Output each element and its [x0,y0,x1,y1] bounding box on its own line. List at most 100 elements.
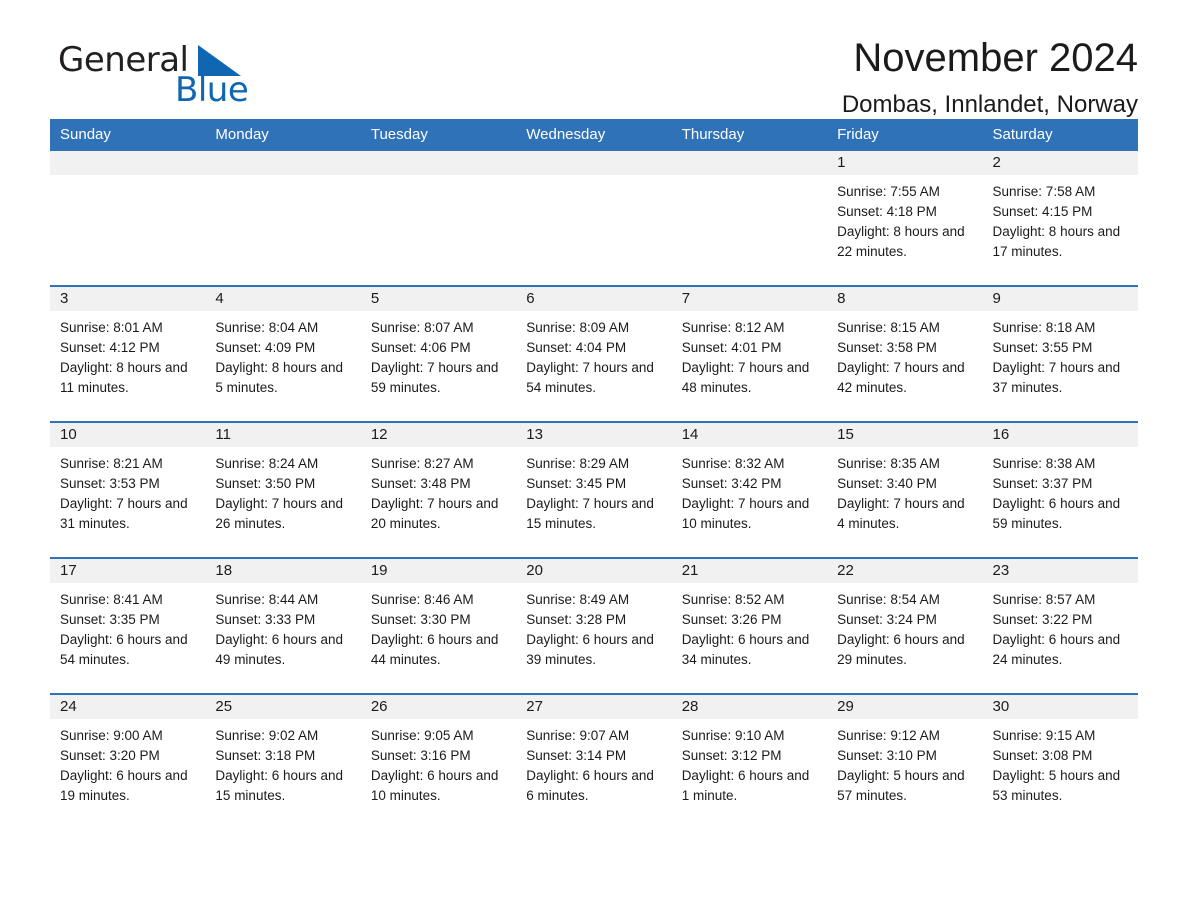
day-details: Sunrise: 9:07 AM Sunset: 3:14 PM Daylight:… [516,719,671,806]
general-blue-logo[interactable]: General Blue [50,40,300,110]
sunset-text: Sunset: 4:06 PM [370,340,471,355]
day-details: Sunrise: 8:29 AM Sunset: 3:45 PM Daylight:… [516,447,671,534]
calendar-day-cell[interactable]: 16 Sunrise: 8:38 AM Sunset: 3:37 PM Dayligh… [982,421,1138,558]
calendar-day-cell[interactable]: 14 Sunrise: 8:32 AM Sunset: 3:42 PM Dayligh… [671,421,828,558]
sunrise-text: Sunrise: 8:46 AM [370,592,474,607]
calendar-day-cell[interactable]: 29 Sunrise: 9:12 AM Sunset: 3:10 PM Dayligh… [827,693,983,829]
sunrise-text: Sunrise: 8:21 AM [60,456,163,471]
calendar-day-cell[interactable]: 22 Sunrise: 8:54 AM Sunset: 3:24 PM Dayligh… [827,557,983,694]
sunset-text: Sunset: 3:33 PM [215,612,316,627]
calendar-body: 1 Sunrise: 7:55 AM Sunset: 4:18 PM Daylight… [50,151,1138,829]
calendar-day-cell[interactable]: 28 Sunrise: 9:10 AM Sunset: 3:12 PM Dayligh… [671,693,828,829]
calendar-day-cell[interactable]: 18 Sunrise: 8:44 AM Sunset: 3:33 PM Dayligh… [205,557,361,694]
day-number: 21 [671,559,828,583]
daylight-text: Daylight: 6 hours and 34 minutes. [681,632,810,667]
calendar-day-cell[interactable]: 4 Sunrise: 8:04 AM Sunset: 4:09 PM Daylight… [205,285,361,422]
day-details: Sunrise: 9:02 AM Sunset: 3:18 PM Daylight:… [205,719,360,806]
day-number: 10 [50,423,206,447]
daylight-text: Daylight: 7 hours and 31 minutes. [60,496,188,531]
calendar-day-cell[interactable]: 15 Sunrise: 8:35 AM Sunset: 3:40 PM Dayligh… [827,421,983,558]
weekday-header-sunday: Sunday [50,119,206,151]
title-block: November 2024 Dombas, Innlandet, Norway [300,34,1138,120]
sunset-text: Sunset: 3:16 PM [370,748,471,763]
day-details: Sunrise: 9:10 AM Sunset: 3:12 PM Daylight:… [672,719,827,806]
day-number [50,151,206,175]
daylight-text: Daylight: 6 hours and 19 minutes. [60,768,188,803]
calendar-day-cell[interactable]: 5 Sunrise: 8:07 AM Sunset: 4:06 PM Daylight… [360,285,517,422]
sunrise-text: Sunrise: 8:12 AM [681,320,785,335]
day-details: Sunrise: 9:05 AM Sunset: 3:16 PM Daylight:… [361,719,516,806]
day-details: Sunrise: 8:52 AM Sunset: 3:26 PM Daylight:… [672,583,827,670]
day-number: 29 [827,695,983,719]
calendar-day-cell[interactable]: 10 Sunrise: 8:21 AM Sunset: 3:53 PM Dayligh… [50,421,206,558]
calendar-day-cell[interactable]: 6 Sunrise: 8:09 AM Sunset: 4:04 PM Daylight… [516,285,672,422]
day-details: Sunrise: 9:00 AM Sunset: 3:20 PM Daylight:… [50,719,205,806]
calendar-day-cell[interactable]: 24 Sunrise: 9:00 AM Sunset: 3:20 PM Dayligh… [50,693,206,829]
day-number: 20 [516,559,672,583]
daylight-text: Daylight: 7 hours and 10 minutes. [681,496,810,531]
sunrise-text: Sunrise: 8:44 AM [215,592,319,607]
weekday-header-thursday: Thursday [671,119,828,151]
sunrise-text: Sunrise: 8:07 AM [370,320,474,335]
day-number [671,151,828,175]
sunrise-text: Sunrise: 8:32 AM [681,456,785,471]
daylight-text: Daylight: 6 hours and 6 minutes. [526,768,654,803]
sunset-text: Sunset: 4:04 PM [526,340,627,355]
daylight-text: Daylight: 6 hours and 59 minutes. [992,496,1121,531]
calendar-day-cell[interactable]: 1 Sunrise: 7:55 AM Sunset: 4:18 PM Daylight… [827,151,983,286]
calendar-week-row: 17 Sunrise: 8:41 AM Sunset: 3:35 PM Dayligh… [50,557,1138,694]
day-number: 7 [671,287,828,311]
sunrise-text: Sunrise: 8:01 AM [60,320,163,335]
calendar-day-cell[interactable]: 25 Sunrise: 9:02 AM Sunset: 3:18 PM Dayligh… [205,693,361,829]
calendar-day-cell[interactable]: 30 Sunrise: 9:15 AM Sunset: 3:08 PM Dayligh… [982,693,1138,829]
day-details: Sunrise: 8:38 AM Sunset: 3:37 PM Daylight:… [983,447,1138,534]
daylight-text: Daylight: 8 hours and 11 minutes. [60,360,188,395]
daylight-text: Daylight: 8 hours and 17 minutes. [992,224,1121,259]
daylight-text: Daylight: 7 hours and 48 minutes. [681,360,810,395]
day-details: Sunrise: 8:27 AM Sunset: 3:48 PM Daylight:… [361,447,516,534]
sunrise-text: Sunrise: 8:15 AM [837,320,940,335]
logo-word-blue: Blue [175,70,249,110]
sunset-text: Sunset: 3:18 PM [215,748,316,763]
calendar-day-cell[interactable]: 23 Sunrise: 8:57 AM Sunset: 3:22 PM Dayligh… [982,557,1138,694]
calendar-week-row: 24 Sunrise: 9:00 AM Sunset: 3:20 PM Dayligh… [50,693,1138,829]
day-details: Sunrise: 8:57 AM Sunset: 3:22 PM Daylight:… [983,583,1138,670]
sunrise-text: Sunrise: 8:41 AM [60,592,163,607]
sunset-text: Sunset: 3:50 PM [215,476,316,491]
sunrise-text: Sunrise: 9:10 AM [681,728,785,743]
weekday-header-monday: Monday [205,119,361,151]
calendar-day-cell[interactable]: 11 Sunrise: 8:24 AM Sunset: 3:50 PM Dayligh… [205,421,361,558]
calendar-day-cell[interactable]: 8 Sunrise: 8:15 AM Sunset: 3:58 PM Daylight… [827,285,983,422]
day-number: 19 [360,559,517,583]
calendar-day-cell[interactable]: 13 Sunrise: 8:29 AM Sunset: 3:45 PM Dayligh… [516,421,672,558]
calendar-day-cell[interactable]: 27 Sunrise: 9:07 AM Sunset: 3:14 PM Dayligh… [516,693,672,829]
page-title: November 2024 [853,36,1138,80]
calendar-day-cell[interactable]: 3 Sunrise: 8:01 AM Sunset: 4:12 PM Daylight… [50,285,206,422]
daylight-text: Daylight: 6 hours and 29 minutes. [837,632,965,667]
sunset-text: Sunset: 3:40 PM [837,476,937,491]
day-details: Sunrise: 8:35 AM Sunset: 3:40 PM Daylight:… [827,447,982,534]
calendar-day-cell[interactable]: 20 Sunrise: 8:49 AM Sunset: 3:28 PM Dayligh… [516,557,672,694]
daylight-text: Daylight: 7 hours and 26 minutes. [215,496,343,531]
logo-word-general: General [58,40,189,80]
page-header: General Blue November 2024 Dombas, Innla… [50,0,1138,118]
calendar-day-cell[interactable]: 9 Sunrise: 8:18 AM Sunset: 3:55 PM Daylight… [982,285,1138,422]
sunrise-text: Sunrise: 7:55 AM [837,184,940,199]
day-details: Sunrise: 8:44 AM Sunset: 3:33 PM Daylight:… [205,583,360,670]
calendar-day-cell-empty [516,151,672,286]
sunrise-text: Sunrise: 8:49 AM [526,592,630,607]
daylight-text: Daylight: 7 hours and 20 minutes. [370,496,499,531]
calendar-day-cell[interactable]: 21 Sunrise: 8:52 AM Sunset: 3:26 PM Dayligh… [671,557,828,694]
calendar-day-cell[interactable]: 17 Sunrise: 8:41 AM Sunset: 3:35 PM Dayligh… [50,557,206,694]
day-number: 16 [982,423,1138,447]
calendar-day-cell[interactable]: 2 Sunrise: 7:58 AM Sunset: 4:15 PM Daylight… [982,151,1138,286]
day-number: 24 [50,695,206,719]
calendar-day-cell[interactable]: 19 Sunrise: 8:46 AM Sunset: 3:30 PM Dayligh… [360,557,517,694]
sunset-text: Sunset: 3:14 PM [526,748,627,763]
daylight-text: Daylight: 7 hours and 42 minutes. [837,360,965,395]
calendar-day-cell[interactable]: 7 Sunrise: 8:12 AM Sunset: 4:01 PM Daylight… [671,285,828,422]
day-details: Sunrise: 8:01 AM Sunset: 4:12 PM Daylight:… [50,311,205,398]
calendar-day-cell[interactable]: 26 Sunrise: 9:05 AM Sunset: 3:16 PM Dayligh… [360,693,517,829]
sunset-text: Sunset: 3:22 PM [992,612,1093,627]
calendar-day-cell[interactable]: 12 Sunrise: 8:27 AM Sunset: 3:48 PM Dayligh… [360,421,517,558]
